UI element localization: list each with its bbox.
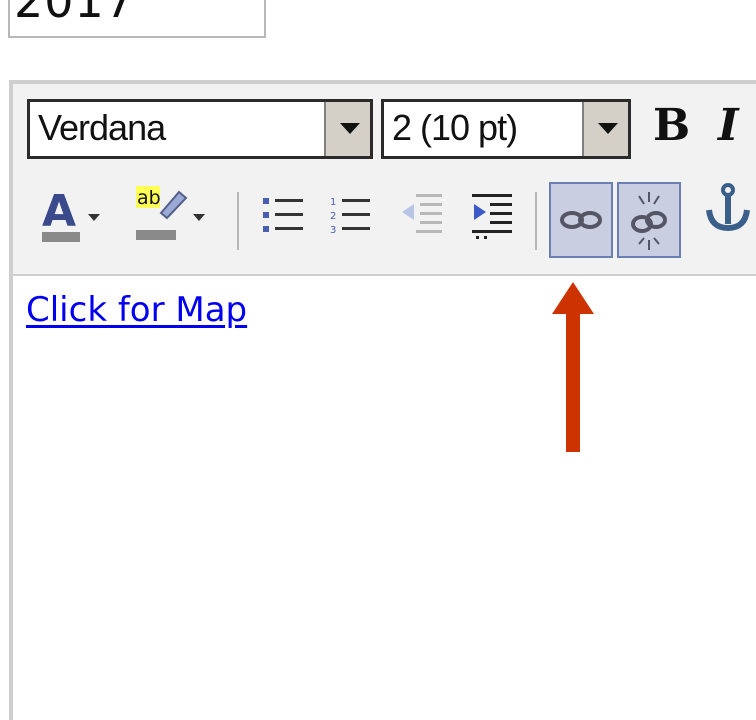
svg-text:1: 1 bbox=[330, 197, 336, 208]
font-size-dropdown-button[interactable] bbox=[582, 102, 628, 156]
outdent-icon[interactable] bbox=[398, 176, 448, 256]
numbered-list-icon[interactable]: 1 2 3 bbox=[328, 176, 376, 256]
anchor-icon[interactable] bbox=[703, 176, 753, 256]
highlight-color-icon[interactable]: ab bbox=[131, 176, 211, 256]
insert-link-icon bbox=[560, 211, 602, 229]
year-field-value: 2017 bbox=[14, 0, 136, 28]
editor-toolbar: Verdana 2 (10 pt) B I A ab 1 2 3 bbox=[13, 84, 756, 276]
map-link[interactable]: Click for Map bbox=[26, 290, 247, 330]
font-size-value: 2 (10 pt) bbox=[392, 107, 518, 148]
bullet-list-icon[interactable] bbox=[261, 176, 309, 256]
font-color-icon[interactable]: A bbox=[39, 176, 105, 256]
toolbar-row-2: A ab 1 2 3 bbox=[13, 176, 756, 266]
indent-icon[interactable] bbox=[468, 176, 518, 256]
font-size-select[interactable]: 2 (10 pt) bbox=[381, 99, 631, 159]
font-family-dropdown-button[interactable] bbox=[324, 102, 370, 156]
bold-button[interactable]: B bbox=[653, 100, 690, 151]
svg-text:3: 3 bbox=[330, 225, 336, 236]
svg-text:2: 2 bbox=[330, 211, 336, 222]
italic-button[interactable]: I bbox=[718, 100, 739, 151]
svg-text:A: A bbox=[42, 186, 76, 237]
toolbar-separator bbox=[237, 192, 239, 250]
toolbar-separator bbox=[535, 192, 537, 250]
rich-text-editor[interactable]: Verdana 2 (10 pt) B I A ab 1 2 3 bbox=[9, 80, 756, 720]
highlight-label: ab bbox=[137, 187, 161, 209]
font-family-select[interactable]: Verdana bbox=[27, 99, 373, 159]
insert-link-button[interactable] bbox=[549, 182, 613, 258]
unlink-icon bbox=[631, 192, 667, 250]
callout-arrow-icon bbox=[552, 282, 594, 452]
unlink-button[interactable] bbox=[617, 182, 681, 258]
font-family-value: Verdana bbox=[38, 107, 166, 148]
